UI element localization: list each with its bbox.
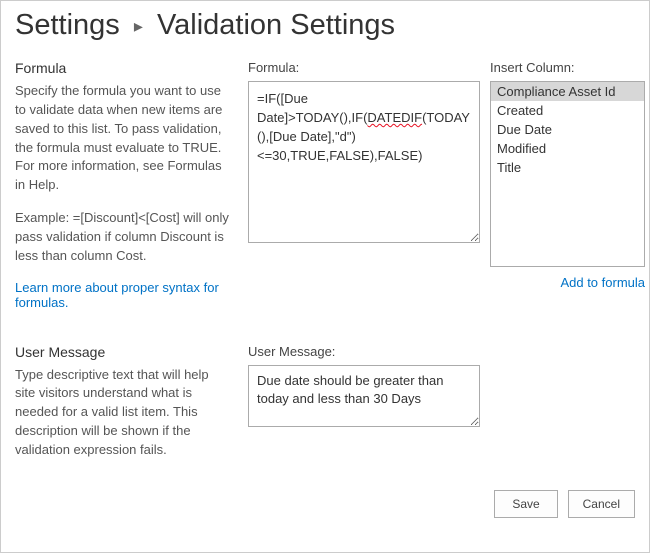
add-to-formula-link[interactable]: Add to formula	[490, 275, 645, 290]
user-message-label: User Message:	[248, 344, 635, 359]
column-listbox[interactable]: Compliance Asset IdCreatedDue DateModifi…	[490, 81, 645, 267]
formula-section-title: Formula	[15, 60, 230, 76]
formula-section-desc: Specify the formula you want to use to v…	[15, 82, 230, 195]
save-button[interactable]: Save	[494, 490, 558, 518]
breadcrumb: Settings ▸ Validation Settings	[1, 1, 649, 60]
cancel-button[interactable]: Cancel	[568, 490, 635, 518]
breadcrumb-parent[interactable]: Settings	[15, 9, 120, 41]
user-message-input[interactable]	[248, 365, 480, 427]
column-item[interactable]: Modified	[491, 139, 644, 158]
spellcheck-squiggle: DATEDIF	[367, 110, 422, 125]
chevron-right-icon: ▸	[134, 16, 143, 37]
column-item[interactable]: Compliance Asset Id	[491, 82, 644, 101]
column-item[interactable]: Title	[491, 158, 644, 177]
formula-input[interactable]: =IF([Due Date]>TODAY(),IF(DATEDIF(TODAY(…	[248, 81, 480, 243]
user-message-title: User Message	[15, 344, 230, 360]
formula-section-example: Example: =[Discount]<[Cost] will only pa…	[15, 209, 230, 266]
user-message-section: User Message Type descriptive text that …	[15, 344, 635, 460]
formula-label: Formula:	[248, 60, 480, 75]
column-item[interactable]: Created	[491, 101, 644, 120]
syntax-help-link[interactable]: Learn more about proper syntax for formu…	[15, 280, 230, 310]
button-row: Save Cancel	[1, 480, 649, 518]
column-item[interactable]: Due Date	[491, 120, 644, 139]
breadcrumb-current: Validation Settings	[157, 9, 395, 41]
user-message-desc: Type descriptive text that will help sit…	[15, 366, 230, 460]
insert-column-label: Insert Column:	[490, 60, 645, 75]
formula-section: Formula Specify the formula you want to …	[15, 60, 635, 310]
